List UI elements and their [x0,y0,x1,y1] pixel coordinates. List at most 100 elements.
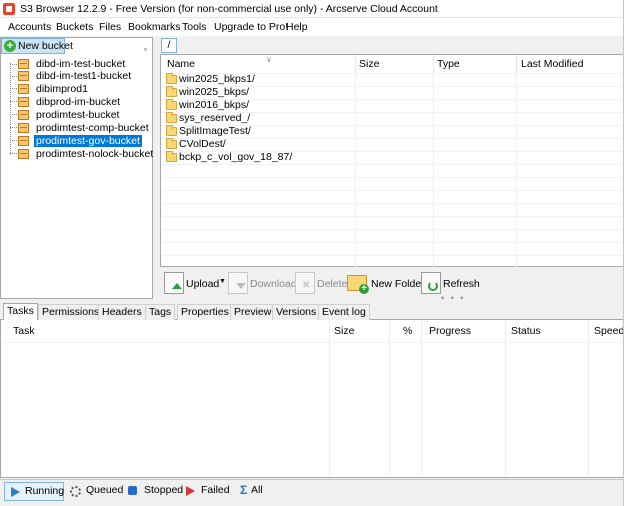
file-row[interactable]: win2016_bkps/ [161,99,356,112]
tab-versions[interactable]: Versions [272,304,321,320]
upload-label: Upload [186,278,220,290]
bucket-item[interactable]: prodimtest-nolock-bucket [17,148,153,160]
menu-buckets[interactable]: Buckets [56,21,93,33]
bucket-item[interactable]: dibd-im-test1-bucket [17,70,153,82]
refresh-label: Refresh [443,278,480,290]
bucket-label: dibimprod1 [36,83,88,95]
bucket-item[interactable]: dibd-im-test-bucket [17,58,153,70]
column-header-size[interactable]: Size [359,58,379,70]
menu-tools[interactable]: Tools [182,21,207,33]
bucket-item[interactable]: prodimtest-comp-bucket [17,122,153,134]
details-tab-strip: Tasks Permissions Headers Tags Propertie… [0,303,624,321]
column-header-speed[interactable]: Speed [594,325,624,337]
column-header-type[interactable]: Type [437,58,460,70]
upload-button[interactable]: Upload ▼ [164,270,226,296]
bucket-item[interactable]: prodimtest-bucket [17,109,153,121]
grid-line [1,342,623,343]
sort-chevron-icon: ∨ [266,55,272,64]
folder-icon [166,86,177,97]
bucket-label: dibprod-im-bucket [36,96,121,108]
new-bucket-button[interactable]: + New bucket [1,38,73,54]
column-divider[interactable] [329,320,330,475]
column-divider[interactable] [355,55,356,73]
new-folder-label: New Folder [371,278,425,290]
column-header-percent[interactable]: % [403,325,412,337]
horizontal-splitter-grip[interactable]: • • • [441,293,465,303]
bucket-item[interactable]: dibprod-im-bucket [17,96,153,108]
tab-tags[interactable]: Tags [145,304,176,320]
bucket-icon [18,59,29,69]
play-icon [11,487,20,497]
delete-label: Delete [317,278,348,290]
tab-headers[interactable]: Headers [98,304,146,320]
sigma-icon: Σ [240,483,248,497]
app-icon [3,3,15,15]
menu-help[interactable]: Help [286,21,308,33]
bucket-item[interactable]: dibimprod1 [17,83,153,95]
menu-accounts[interactable]: Accounts [8,21,51,33]
tab-event-log[interactable]: Event log [318,304,370,320]
column-header-name[interactable]: Name [167,58,195,70]
tree-branch [10,140,17,141]
bucket-label: dibd-im-test1-bucket [36,70,132,82]
bucket-label: prodimtest-gov-bucket [34,135,142,147]
column-divider[interactable] [588,320,589,475]
column-divider[interactable] [389,320,390,475]
tree-branch [10,114,17,115]
title-bar: S3 Browser 12.2.9 - Free Version (for no… [0,0,624,18]
menu-upgrade-to-pro[interactable]: Upgrade to Pro! [214,21,288,33]
grid-line [161,242,623,243]
filter-running-button[interactable]: Running [4,482,64,501]
menu-bookmarks[interactable]: Bookmarks [128,21,181,33]
column-divider[interactable] [433,55,434,73]
download-button[interactable]: Download [228,270,297,296]
tab-permissions[interactable]: Permissions [38,304,104,320]
path-tab[interactable]: / [161,38,177,53]
panel-pin-icon[interactable]: ▫ [144,46,152,54]
vertical-splitter[interactable] [153,37,160,299]
file-row[interactable]: win2025_bkps1/ [161,73,356,86]
column-header-task[interactable]: Task [13,325,35,337]
grid-line [161,177,623,178]
folder-icon [166,73,177,84]
bucket-label: prodimtest-comp-bucket [36,122,149,134]
bucket-icon [18,71,29,81]
column-divider[interactable] [516,55,517,73]
filter-failed-button[interactable]: Failed [181,482,231,501]
bucket-item-selected[interactable]: prodimtest-gov-bucket [17,135,153,147]
window-title: S3 Browser 12.2.9 - Free Version (for no… [20,3,438,15]
column-header-progress[interactable]: Progress [429,325,471,337]
file-row[interactable]: SplitImageTest/ [161,125,356,138]
dropdown-arrow-icon[interactable]: ▼ [219,278,226,285]
file-row[interactable]: win2025_bkps/ [161,86,356,99]
new-bucket-label: New bucket [18,40,73,52]
add-icon: + [359,284,369,294]
upload-icon [164,272,184,294]
column-header-size[interactable]: Size [334,325,354,337]
menu-bar: Accounts Buckets Files Bookmarks Tools U… [0,18,624,36]
tab-tasks[interactable]: Tasks [3,303,38,321]
task-grid: Task Size % Progress Status Speed [0,320,624,478]
folder-name: bckp_c_vol_gov_18_87/ [179,151,293,163]
bucket-icon [18,84,29,94]
tree-branch [10,153,17,154]
filter-queued-button[interactable]: Queued [66,482,123,501]
tab-properties[interactable]: Properties [177,304,233,320]
new-folder-button[interactable]: + New Folder [347,270,425,296]
filter-all-button[interactable]: Σ All [235,482,269,501]
column-header-last-modified[interactable]: Last Modified [521,58,583,70]
folder-name: win2025_bkps1/ [179,73,255,85]
column-divider[interactable] [505,320,506,475]
tab-preview[interactable]: Preview [230,304,276,320]
download-label: Download [250,278,297,290]
column-divider[interactable] [421,320,422,475]
delete-button[interactable]: ✕ Delete [295,270,347,296]
menu-files[interactable]: Files [99,21,121,33]
filter-stopped-button[interactable]: Stopped [124,482,183,501]
column-header-status[interactable]: Status [511,325,541,337]
tree-branch [10,127,17,128]
file-row[interactable]: bckp_c_vol_gov_18_87/ [161,151,356,164]
folder-icon [166,99,177,110]
file-row[interactable]: CVolDest/ [161,138,356,151]
file-row[interactable]: sys_reserved_/ [161,112,356,125]
